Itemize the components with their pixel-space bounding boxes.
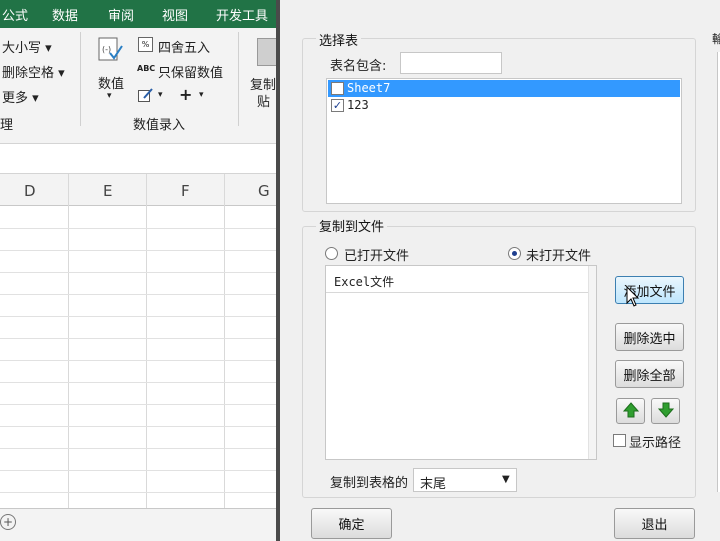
grid-line — [0, 470, 280, 471]
value-button[interactable]: 数值 — [98, 73, 124, 92]
sheet-123-checkbox[interactable]: ✓ — [331, 99, 344, 112]
list-item-sheet7[interactable]: Sheet7 — [328, 80, 680, 97]
grid-line — [0, 426, 280, 427]
tab-view[interactable]: 视图 — [162, 5, 188, 24]
exit-button[interactable]: 退出 — [614, 508, 695, 539]
column-header-g[interactable]: G — [258, 182, 270, 200]
move-up-button[interactable] — [616, 398, 645, 424]
name-contains-input[interactable] — [400, 52, 502, 74]
right-group-label-partial: 輸 — [712, 32, 720, 46]
case-change-button[interactable]: 大小写 ▾ — [2, 37, 52, 56]
move-down-button[interactable] — [651, 398, 680, 424]
copy-position-select[interactable]: 末尾 ▼ — [413, 468, 517, 492]
sheet-tab-bar — [0, 508, 280, 541]
more-button[interactable]: 更多 ▾ — [2, 87, 39, 106]
edit-icon[interactable] — [138, 88, 154, 102]
mouse-cursor-icon — [626, 285, 642, 308]
sheet7-label: Sheet7 — [347, 81, 391, 95]
ribbon-separator — [80, 32, 81, 126]
chevron-down-icon: ▼ — [502, 474, 510, 485]
file-list-header-label: Excel文件 — [334, 275, 395, 289]
grid-line — [0, 338, 280, 339]
tab-formulas[interactable]: 公式 — [2, 5, 28, 24]
delete-space-button[interactable]: 删除空格 ▾ — [2, 62, 65, 81]
clipboard-icon — [257, 38, 277, 66]
copy-to-file-group-label: 复制到文件 — [316, 216, 388, 235]
value-entry-group-label: 数值录入 — [133, 118, 186, 133]
grid-line — [0, 228, 280, 229]
opened-file-radio[interactable] — [325, 247, 338, 260]
formula-bar[interactable] — [0, 144, 280, 174]
list-item-123[interactable]: ✓ 123 — [328, 97, 680, 114]
tab-developer[interactable]: 开发工具 — [216, 5, 268, 24]
grid-line — [0, 294, 280, 295]
file-list-header[interactable]: Excel文件 — [326, 266, 588, 293]
value-icon: (-) — [98, 36, 124, 64]
svg-text:(-): (-) — [102, 45, 111, 54]
delete-selected-button[interactable]: 删除选中 — [615, 323, 684, 351]
name-contains-label: 表名包含: — [330, 59, 387, 74]
round-button[interactable]: 四舍五入 — [158, 37, 210, 56]
add-sheet-icon[interactable]: + — [0, 514, 16, 530]
copy-position-value: 末尾 — [420, 477, 447, 492]
grid-line — [0, 272, 280, 273]
tab-data[interactable]: 数据 — [52, 5, 78, 24]
keep-value-button[interactable]: 只保留数值 — [158, 62, 223, 81]
grid-line — [0, 492, 280, 493]
sheet-123-label: 123 — [347, 98, 369, 112]
chevron-down-icon: ▾ — [158, 90, 163, 100]
arrow-down-icon — [657, 402, 675, 418]
sheet7-checkbox[interactable] — [331, 82, 344, 95]
unopened-file-radio[interactable] — [508, 247, 521, 260]
select-sheet-group-label: 选择表 — [316, 30, 362, 49]
sheet-list[interactable]: Sheet7 ✓ 123 — [326, 78, 682, 204]
grid-line — [0, 360, 280, 361]
column-header-d[interactable]: D — [24, 182, 36, 200]
grid-line — [0, 404, 280, 405]
paste-label-partial: 贴 — [257, 95, 271, 110]
grid-line — [0, 250, 280, 251]
tab-review[interactable]: 审阅 — [108, 5, 134, 24]
grid-line — [68, 174, 69, 508]
plus-button[interactable]: + — [179, 85, 192, 104]
show-path-label[interactable]: 显示路径 — [629, 432, 681, 451]
chevron-down-icon: ▾ — [107, 91, 112, 101]
ribbon-body: 大小写 ▾ 删除空格 ▾ 更多 ▾ 理 (-) 数值 ▾ % 四舍五入 ABC … — [0, 28, 280, 144]
grid-line — [146, 174, 147, 508]
ribbon-separator — [238, 32, 239, 126]
ok-button[interactable]: 确定 — [311, 508, 392, 539]
column-header-f[interactable]: F — [181, 182, 190, 200]
show-path-checkbox[interactable] — [613, 434, 626, 447]
excel-file-list[interactable]: Excel文件 — [325, 265, 597, 460]
ribbon-tab-bar: 公式 数据 审阅 视图 开发工具 — [0, 0, 280, 28]
chevron-down-icon: ▾ — [199, 90, 204, 100]
grid-line — [0, 382, 280, 383]
file-list-scrollbar[interactable] — [588, 266, 596, 459]
group-label-partial: 理 — [0, 118, 14, 133]
grid-line — [0, 316, 280, 317]
copy-position-label: 复制到表格的 — [330, 476, 409, 491]
arrow-up-icon — [622, 401, 640, 417]
grid-line — [0, 448, 280, 449]
delete-all-button[interactable]: 删除全部 — [615, 360, 684, 388]
unopened-file-radio-label[interactable]: 未打开文件 — [526, 245, 591, 264]
column-header-row: D E F G — [0, 174, 280, 206]
percent-icon: % — [138, 37, 153, 52]
opened-file-radio-label[interactable]: 已打开文件 — [344, 245, 409, 264]
copy-sheet-dialog: 选择表 表名包含: Sheet7 ✓ 123 复制到文件 已打开文件 未打开文件… — [280, 0, 720, 541]
abc-icon: ABC — [137, 64, 156, 73]
grid-line — [224, 174, 225, 508]
column-header-e[interactable]: E — [103, 182, 112, 200]
